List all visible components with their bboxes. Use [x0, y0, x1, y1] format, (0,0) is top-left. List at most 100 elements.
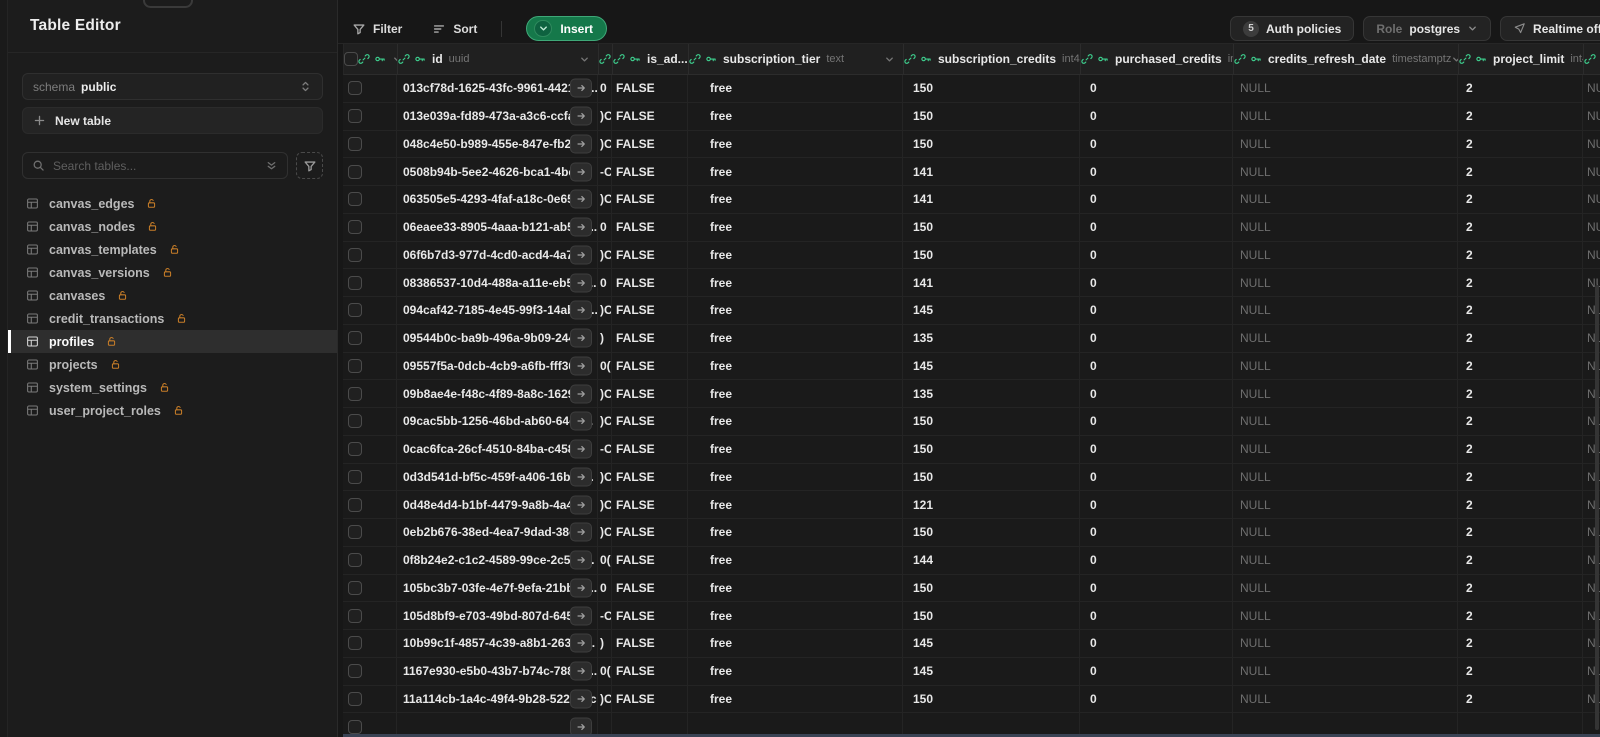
cell-purchased-credits[interactable]: 0 [1080, 519, 1233, 546]
cell-id[interactable]: 013e039a-fd89-473a-a3c6-ccfa9... [397, 102, 598, 130]
cell-credits-refresh-date[interactable]: NULL [1233, 685, 1458, 713]
cell-id[interactable]: 1167e930-e5b0-43b7-b74c-788c9... [397, 657, 598, 685]
select-all-checkbox[interactable] [344, 52, 358, 66]
cell-is-admin[interactable]: FALSE [612, 380, 688, 407]
sort-button[interactable]: Sort [432, 22, 477, 36]
vertical-scrollbar[interactable] [1595, 285, 1599, 730]
sidebar-table-item-credit_transactions[interactable]: credit_transactions [8, 307, 337, 330]
cell-id[interactable]: 11a114cb-1a4c-49f4-9b28-52219ec... [397, 685, 598, 713]
expand-row-button[interactable] [570, 245, 592, 265]
cell-purchased-credits[interactable]: 0 [1080, 380, 1233, 407]
cell-project-limit[interactable]: 2 [1458, 297, 1583, 324]
cell-subscription-credits[interactable]: 145 [903, 297, 1080, 324]
cell-subscription-tier[interactable]: free [688, 186, 903, 213]
cell-credits-refresh-date[interactable]: NULL [1233, 158, 1458, 185]
cell-project-limit[interactable]: 2 [1458, 685, 1583, 713]
column-header-sel[interactable] [344, 44, 398, 74]
column-header-purchased_credits[interactable]: purchased_credits int4 [1081, 44, 1234, 74]
row-checkbox[interactable] [348, 386, 362, 401]
cell-clipped-column[interactable]: 0 [598, 269, 612, 296]
cell-project-limit[interactable]: 2 [1458, 241, 1583, 269]
cell-is-admin[interactable]: FALSE [612, 657, 688, 685]
expand-row-button[interactable] [570, 384, 592, 404]
cell-subscription-credits[interactable]: 135 [903, 380, 1080, 407]
row-checkbox[interactable] [348, 469, 362, 484]
cell-subscription-tier[interactable]: free [688, 324, 903, 352]
cell-is-admin[interactable]: FALSE [612, 435, 688, 463]
cell-purchased-credits[interactable]: 0 [1080, 269, 1233, 296]
cell-credits-refresh-date[interactable]: NULL [1233, 519, 1458, 546]
cell-is-admin[interactable]: FALSE [612, 102, 688, 130]
cell-subscription-credits[interactable]: 150 [903, 685, 1080, 713]
cell-clipped-column[interactable]: -C [598, 158, 612, 185]
cell-id[interactable]: 0eb2b676-38ed-4ea7-9dad-38e6... [397, 519, 598, 546]
expand-row-button[interactable] [570, 689, 592, 709]
cell-subscription-tier[interactable]: free [688, 463, 903, 491]
auth-policies-button[interactable]: 5 Auth policies [1230, 16, 1355, 41]
filter-button[interactable]: Filter [352, 22, 402, 36]
cell-subscription-tier[interactable]: free [688, 435, 903, 463]
row-checkbox[interactable] [348, 164, 362, 179]
cell-project-limit[interactable]: 2 [1458, 574, 1583, 602]
expand-row-button[interactable] [570, 550, 592, 570]
cell-subscription-tier[interactable]: free [688, 546, 903, 574]
sidebar-table-item-canvases[interactable]: canvases [8, 284, 337, 307]
cell-subscription-credits[interactable]: 150 [903, 241, 1080, 269]
row-checkbox[interactable] [348, 303, 362, 318]
cell-purchased-credits[interactable]: 0 [1080, 102, 1233, 130]
row-checkbox[interactable] [348, 497, 362, 512]
column-header-credits_refresh_date[interactable]: credits_refresh_date timestamptz [1234, 44, 1459, 74]
cell-clipped-column[interactable]: )C [598, 241, 612, 269]
cell-clipped-column[interactable]: )C [598, 102, 612, 130]
cell-clipped-column[interactable]: 0( [598, 352, 612, 380]
cell-purchased-credits[interactable]: 0 [1080, 630, 1233, 657]
cell-id[interactable]: 0d48e4d4-b1bf-4479-9a8b-4a4b... [397, 491, 598, 518]
filter-tables-button[interactable] [296, 152, 323, 179]
expand-row-button[interactable] [570, 328, 592, 348]
chevron-down-icon[interactable] [884, 54, 895, 65]
cell-id[interactable]: 09b8ae4e-f48c-4f89-8a8c-1629b... [397, 380, 598, 407]
cell-id[interactable]: 09544b0c-ba9b-496a-9b09-244... [397, 324, 598, 352]
cell-clipped-column[interactable]: )C [598, 519, 612, 546]
cell-subscription-credits[interactable]: 150 [903, 102, 1080, 130]
cell-subscription-credits[interactable]: 135 [903, 324, 1080, 352]
row-checkbox[interactable] [348, 275, 362, 290]
row-checkbox[interactable] [348, 580, 362, 595]
cell-subscription-credits[interactable]: 121 [903, 491, 1080, 518]
cell-id[interactable]: 08386537-10d4-488a-a11e-eb5a6... [397, 269, 598, 296]
cell-purchased-credits[interactable]: 0 [1080, 491, 1233, 518]
cell-purchased-credits[interactable]: 0 [1080, 297, 1233, 324]
cell-project-limit[interactable]: 2 [1458, 546, 1583, 574]
row-checkbox[interactable] [348, 664, 362, 679]
schema-select[interactable]: schema public [22, 73, 323, 100]
cell-is-admin[interactable]: FALSE [612, 269, 688, 296]
row-checkbox[interactable] [348, 608, 362, 623]
cell-clipped-right[interactable]: NU [1583, 186, 1600, 213]
cell-clipped-column[interactable]: )C [598, 408, 612, 435]
row-checkbox[interactable] [348, 636, 362, 651]
cell-project-limit[interactable]: 2 [1458, 630, 1583, 657]
cell-id[interactable]: 0cac6fca-26cf-4510-84ba-c4580... [397, 435, 598, 463]
sidebar-table-item-canvas_templates[interactable]: canvas_templates [8, 238, 337, 261]
cell-project-limit[interactable]: 2 [1458, 324, 1583, 352]
cell-purchased-credits[interactable]: 0 [1080, 546, 1233, 574]
cell-subscription-credits[interactable]: 145 [903, 630, 1080, 657]
cell-subscription-credits[interactable]: 150 [903, 75, 1080, 102]
cell-project-limit[interactable]: 2 [1458, 435, 1583, 463]
expand-row-button[interactable] [570, 300, 592, 320]
insert-button[interactable]: Insert [526, 16, 608, 41]
expand-row-button[interactable] [570, 467, 592, 487]
search-tables-input[interactable]: Search tables... [22, 152, 288, 179]
expand-row-button[interactable] [570, 522, 592, 542]
cell-credits-refresh-date[interactable]: NULL [1233, 102, 1458, 130]
expand-row-button[interactable] [570, 661, 592, 681]
cell-project-limit[interactable]: 2 [1458, 602, 1583, 629]
cell-credits-refresh-date[interactable]: NULL [1233, 352, 1458, 380]
cell-is-admin[interactable]: FALSE [612, 186, 688, 213]
cell-subscription-credits[interactable]: 141 [903, 158, 1080, 185]
cell-project-limit[interactable]: 2 [1458, 491, 1583, 518]
cell-subscription-tier[interactable]: free [688, 297, 903, 324]
expand-row-button[interactable] [570, 495, 592, 515]
expand-row-button[interactable] [570, 189, 592, 209]
cell-id[interactable]: 06eaee33-8905-4aaa-b121-ab552... [397, 213, 598, 241]
